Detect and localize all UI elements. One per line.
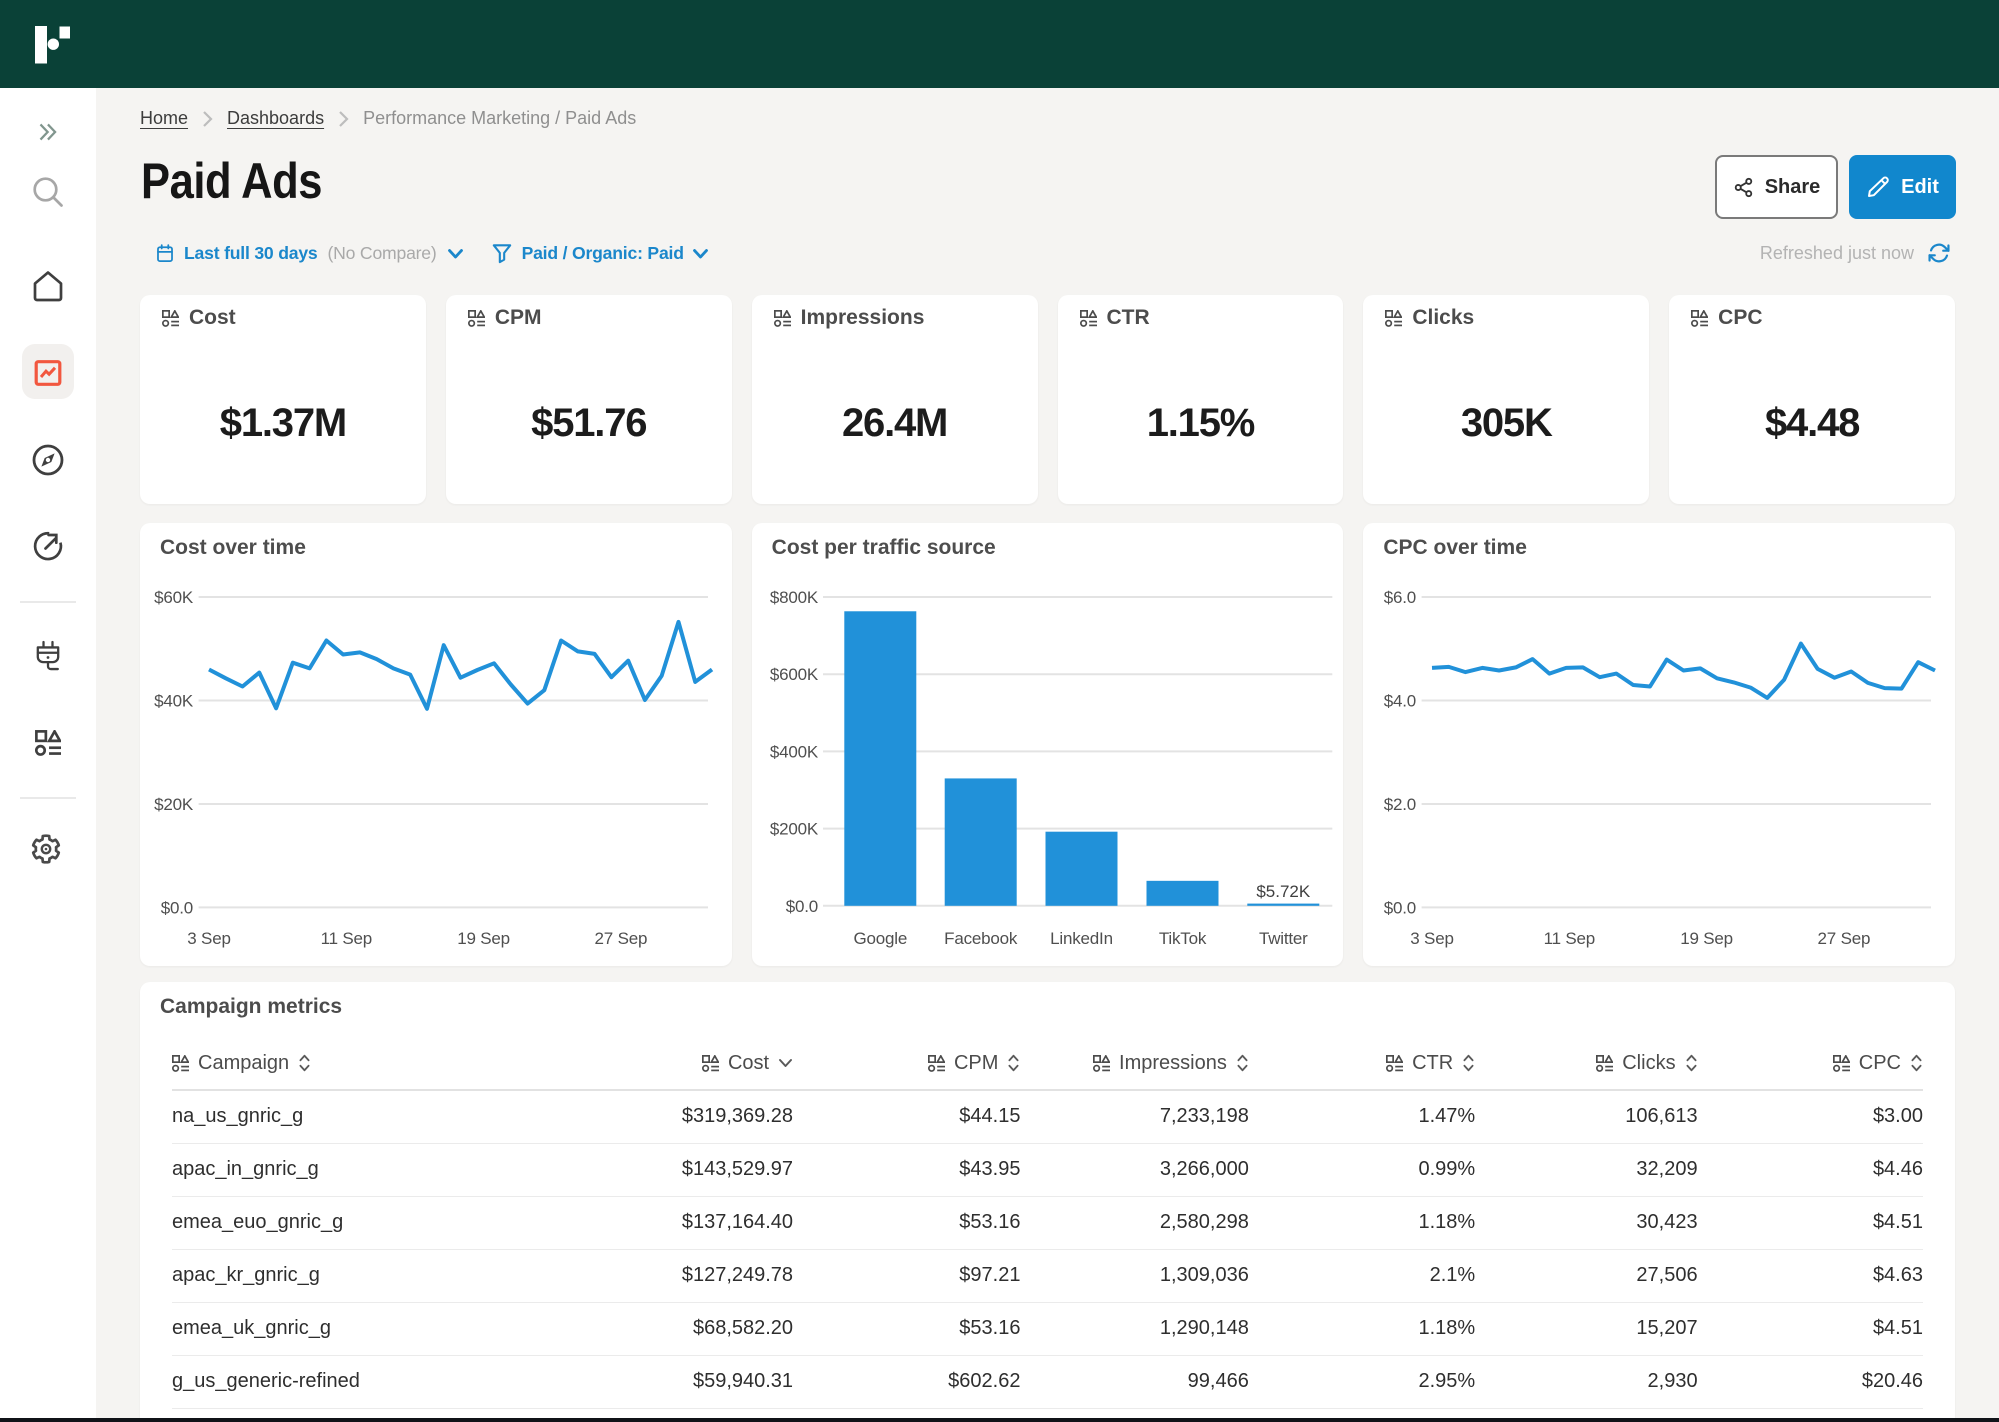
svg-text:$40K: $40K: [154, 692, 194, 711]
svg-text:$20K: $20K: [154, 795, 194, 814]
svg-text:$60K: $60K: [154, 588, 194, 607]
svg-text:LinkedIn: LinkedIn: [1050, 929, 1113, 948]
svg-text:$600K: $600K: [769, 665, 818, 684]
svg-text:11 Sep: 11 Sep: [321, 929, 372, 948]
svg-text:19 Sep: 19 Sep: [457, 929, 510, 948]
svg-text:Facebook: Facebook: [944, 929, 1018, 948]
svg-text:$4.0: $4.0: [1384, 692, 1416, 711]
svg-text:3 Sep: 3 Sep: [1411, 929, 1454, 948]
svg-text:$6.0: $6.0: [1384, 588, 1416, 607]
svg-text:$0.0: $0.0: [161, 898, 193, 917]
svg-text:3 Sep: 3 Sep: [187, 929, 230, 948]
svg-text:19 Sep: 19 Sep: [1681, 929, 1734, 948]
svg-text:$5.72K: $5.72K: [1256, 882, 1311, 901]
svg-text:TikTok: TikTok: [1159, 929, 1207, 948]
svg-text:27 Sep: 27 Sep: [595, 929, 648, 948]
svg-text:$800K: $800K: [769, 588, 818, 607]
svg-text:27 Sep: 27 Sep: [1818, 929, 1871, 948]
svg-text:$200K: $200K: [769, 820, 818, 839]
svg-text:Twitter: Twitter: [1259, 929, 1308, 948]
svg-text:$2.0: $2.0: [1384, 795, 1416, 814]
svg-text:$0.0: $0.0: [1384, 898, 1416, 917]
svg-text:$0.0: $0.0: [785, 897, 817, 916]
svg-text:Google: Google: [853, 929, 907, 948]
svg-text:11 Sep: 11 Sep: [1544, 929, 1595, 948]
svg-text:$400K: $400K: [769, 742, 818, 761]
